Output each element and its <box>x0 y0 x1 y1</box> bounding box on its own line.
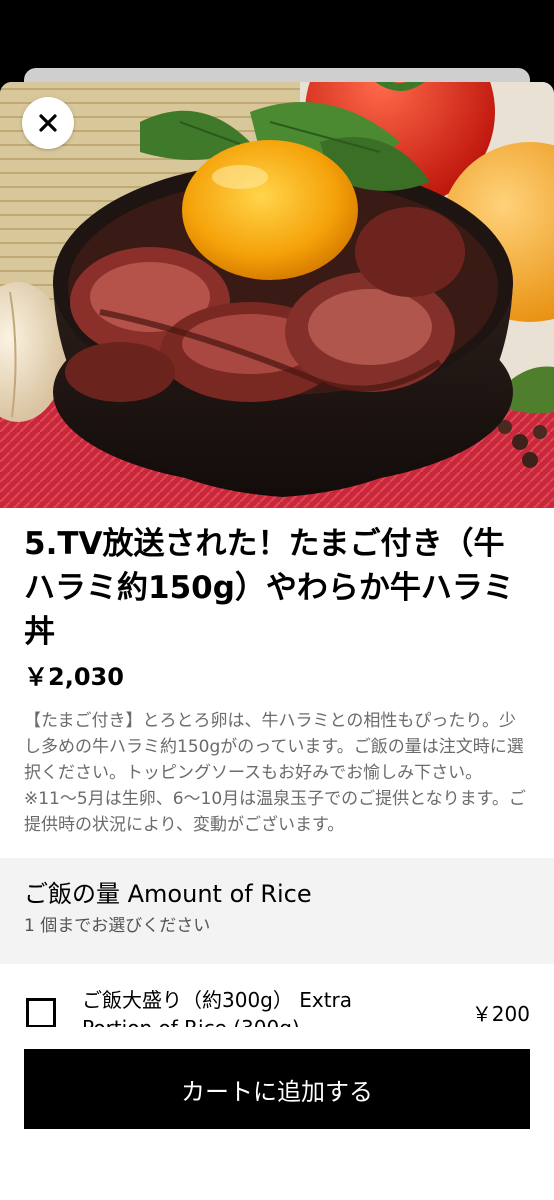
item-image <box>0 82 554 508</box>
close-icon <box>37 112 59 134</box>
option-item[interactable]: ご飯大盛り（約300g） Extra Portion of Rice (300g… <box>0 964 554 1034</box>
option-group-header: ご飯の量 Amount of Rice 1 個までお選びください <box>0 858 554 964</box>
option-group-title: ご飯の量 Amount of Rice <box>24 880 312 908</box>
bottom-action-bar: カートに追加する <box>0 1027 554 1200</box>
close-button[interactable] <box>22 97 74 149</box>
item-title: 5.TV放送された！たまご付き（牛ハラミ約150g）やわらか牛ハラミ丼 <box>24 526 514 650</box>
home-indicator <box>180 1104 376 1110</box>
option-checkbox[interactable] <box>26 998 56 1028</box>
item-description: 【たまご付き】とろとろ卵は、牛ハラミとの相性もぴったり。少し多めの牛ハラミ約15… <box>24 711 526 835</box>
item-price: ￥2,030 <box>24 663 124 691</box>
add-to-cart-button[interactable]: カートに追加する <box>24 1049 530 1129</box>
screen: 5.TV放送された！たまご付き（牛ハラミ約150g）やわらか牛ハラミ丼 ￥2,0… <box>0 0 554 1200</box>
item-detail-sheet: 5.TV放送された！たまご付き（牛ハラミ約150g）やわらか牛ハラミ丼 ￥2,0… <box>0 82 554 1200</box>
option-price: ￥200 <box>471 1002 530 1026</box>
option-group-subtitle: 1 個までお選びください <box>24 916 211 936</box>
item-info: 5.TV放送された！たまご付き（牛ハラミ約150g）やわらか牛ハラミ丼 ￥2,0… <box>0 508 554 838</box>
